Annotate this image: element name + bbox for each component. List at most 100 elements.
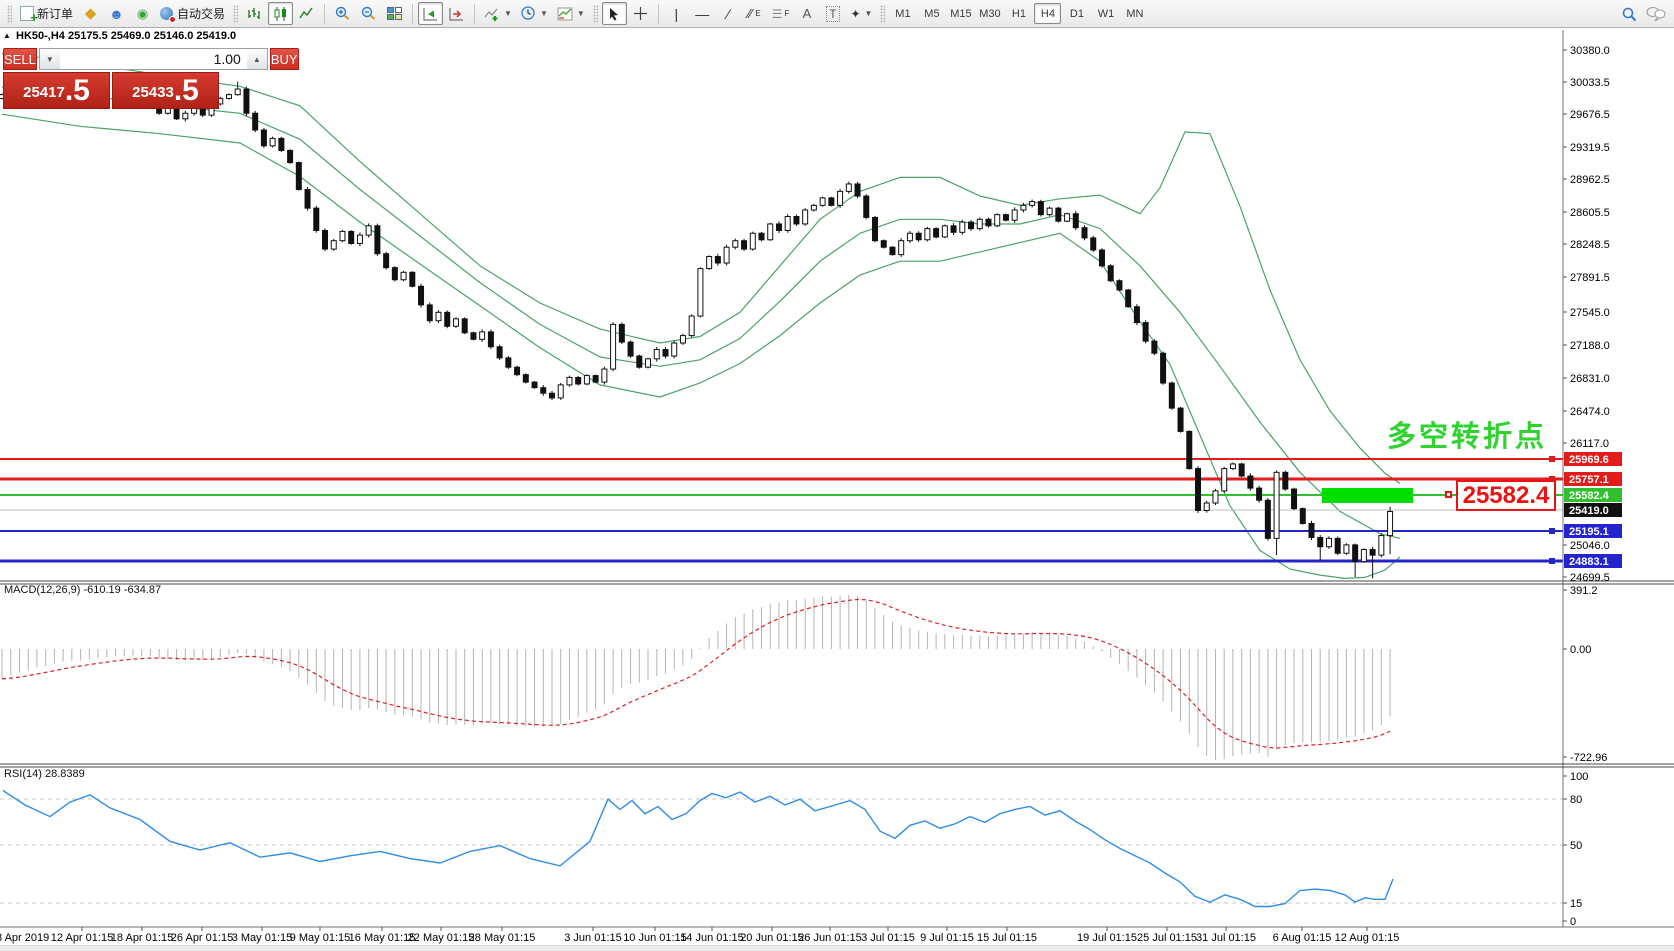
highlight-rectangle[interactable]: [1322, 488, 1413, 503]
candle-bearish: [471, 333, 476, 340]
auto-scroll-button[interactable]: [418, 2, 443, 25]
vertical-line-tool-button[interactable]: |: [664, 2, 689, 25]
level-line-handle[interactable]: [1445, 491, 1452, 498]
toolbar-grip[interactable]: [880, 5, 885, 23]
tile-windows-button[interactable]: [382, 2, 407, 25]
candle-bearish: [174, 108, 179, 119]
text-label-tool-button[interactable]: T: [820, 2, 845, 25]
axis-label: 30033.5: [1570, 77, 1610, 89]
indicators-icon: [484, 7, 500, 21]
timeframe-button-m15[interactable]: M15: [947, 3, 974, 24]
zoom-out-button[interactable]: [356, 2, 381, 25]
timeframe-button-h4[interactable]: H4: [1034, 3, 1061, 24]
indicators-button[interactable]: ▼: [480, 2, 516, 25]
buy-price-panel[interactable]: 25433.5: [112, 72, 219, 109]
auto-trading-label: 自动交易: [177, 5, 225, 22]
arrows-tool-button[interactable]: ✦ ▼: [846, 2, 876, 25]
candle-bearish: [1073, 214, 1078, 228]
candle-bearish: [855, 184, 860, 196]
arrows-icon: ✦: [850, 7, 860, 21]
axis-label: 26117.0: [1570, 438, 1609, 450]
profile-icon: ☻: [109, 7, 124, 21]
fibonacci-tool-button[interactable]: ☰ F: [768, 2, 794, 25]
macd-pane: [2, 595, 1390, 760]
buy-price-frac: .5: [174, 76, 199, 106]
timeframe-button-d1[interactable]: D1: [1063, 3, 1090, 24]
line-chart-type-button[interactable]: [294, 2, 319, 25]
line-end-handle[interactable]: [1549, 456, 1555, 462]
crosshair-tool-button[interactable]: [628, 2, 653, 25]
zoom-in-button[interactable]: [330, 2, 355, 25]
metaeditor-button[interactable]: ◆: [78, 2, 103, 25]
timeframe-button-m5[interactable]: M5: [918, 3, 945, 24]
time-label: 12 Aug 01:15: [1335, 932, 1400, 944]
candle-bullish: [453, 319, 458, 326]
timeframe-button-m1[interactable]: M1: [889, 3, 916, 24]
turning-point-annotation: 多空转折点: [1387, 413, 1547, 455]
macd-signal-line: [2, 600, 1390, 749]
time-label: 28 May 01:15: [469, 932, 536, 944]
volume-input[interactable]: [60, 49, 247, 69]
timeframe-button-m30[interactable]: M30: [976, 3, 1003, 24]
candle-bullish: [899, 241, 904, 255]
candle-chart-type-button[interactable]: [268, 2, 293, 25]
signals-button[interactable]: ◉: [130, 2, 155, 25]
timeframe-button-h1[interactable]: H1: [1005, 3, 1032, 24]
toolbar-grip[interactable]: [7, 5, 12, 23]
timeframe-button-mn[interactable]: MN: [1121, 3, 1148, 24]
fibonacci-icon: ☰: [772, 7, 782, 21]
horizontal-line-tool-button[interactable]: —: [690, 2, 715, 25]
axis-label: 28248.5: [1570, 239, 1610, 251]
periods-button[interactable]: ▼: [517, 2, 552, 25]
cursor-tool-button[interactable]: [602, 2, 627, 25]
auto-trading-icon: [160, 7, 174, 21]
channel-tool-button[interactable]: ∕∕ E: [742, 2, 767, 25]
toolbar-grip[interactable]: [593, 5, 598, 23]
candle-bullish: [1065, 214, 1070, 221]
text-tool-button[interactable]: A: [794, 2, 819, 25]
candle-bearish: [445, 312, 450, 326]
buy-button[interactable]: BUY: [270, 48, 299, 70]
toolbar-grip[interactable]: [233, 5, 238, 23]
volume-increase-button[interactable]: ▲: [247, 49, 267, 69]
candle-bearish: [1257, 488, 1262, 500]
candle-bearish: [1265, 500, 1270, 538]
sell-button[interactable]: SELL: [3, 48, 37, 70]
candle-bearish: [1099, 250, 1104, 266]
panel-collapse-arrow[interactable]: ▲: [3, 31, 11, 40]
line-end-handle[interactable]: [1549, 558, 1555, 564]
chat-button[interactable]: [1642, 2, 1670, 25]
market-button[interactable]: ☻: [104, 2, 129, 25]
level-price-annotation[interactable]: 25582.4: [1456, 480, 1556, 511]
chart-shift-button[interactable]: [444, 2, 469, 25]
search-button[interactable]: [1616, 2, 1641, 25]
volume-stepper: ▼ ▲: [39, 48, 268, 70]
candle-bearish: [392, 268, 397, 280]
candle-bullish: [646, 359, 651, 367]
bar-chart-type-button[interactable]: [242, 2, 267, 25]
templates-button[interactable]: ▼: [553, 2, 589, 25]
axis-label: 0.00: [1570, 644, 1591, 656]
candle-bullish: [1230, 464, 1235, 469]
candle-bullish: [235, 89, 240, 95]
candle-bearish: [1309, 523, 1314, 537]
bar-chart-icon: [247, 7, 262, 21]
axis-label: 26831.0: [1570, 373, 1610, 385]
search-icon: [1621, 6, 1637, 22]
candle-bearish: [323, 230, 328, 249]
new-order-button[interactable]: + 新订单: [16, 2, 77, 25]
auto-trading-button[interactable]: 自动交易: [156, 2, 229, 25]
sell-price-panel[interactable]: 25417.5: [3, 72, 110, 109]
vertical-line-icon: |: [674, 6, 678, 22]
auto-scroll-icon: [423, 7, 438, 21]
line-end-handle[interactable]: [1549, 528, 1555, 534]
volume-decrease-button[interactable]: ▼: [40, 49, 60, 69]
trendline-tool-button[interactable]: ∕: [716, 2, 741, 25]
candle-bullish: [811, 205, 816, 210]
candle-bullish: [366, 226, 371, 235]
chart-canvas[interactable]: 30380.030033.529676.529319.528962.528605…: [0, 28, 1674, 951]
candle-bearish: [1126, 290, 1131, 307]
candle-bearish: [462, 319, 467, 333]
axis-label: 29676.5: [1570, 109, 1610, 121]
timeframe-button-w1[interactable]: W1: [1092, 3, 1119, 24]
